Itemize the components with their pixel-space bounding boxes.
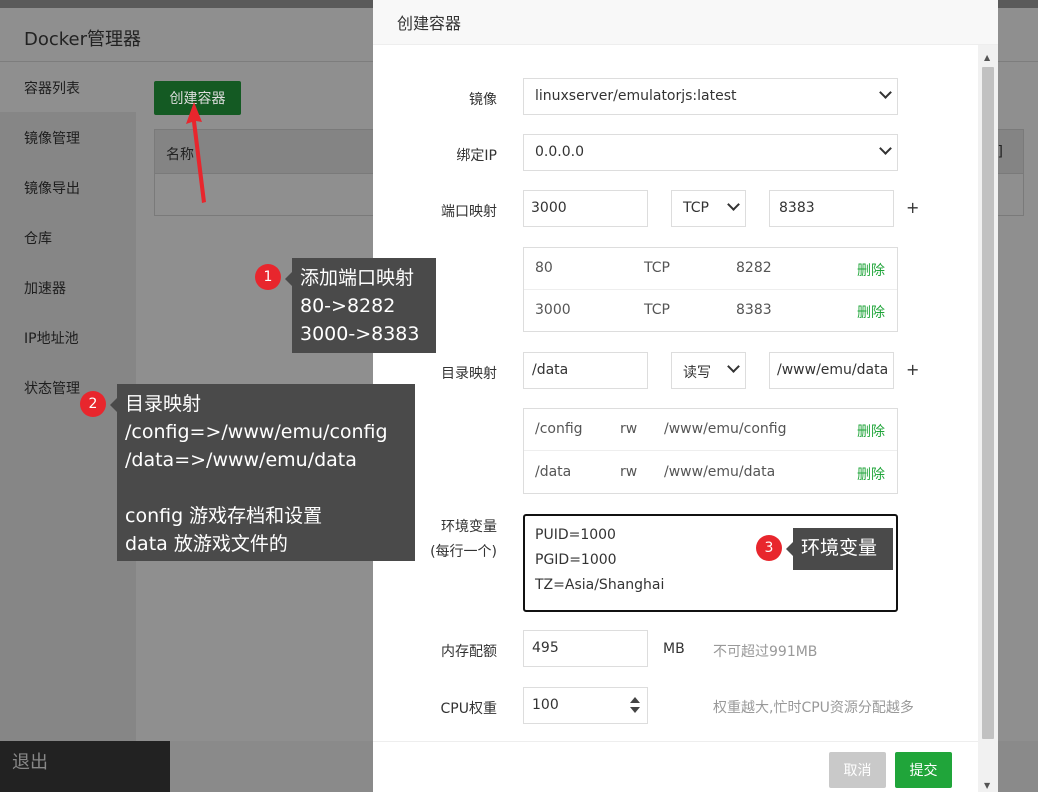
dir-map-label: 目录映射 bbox=[441, 366, 497, 382]
dir-map-list: /config rw /www/emu/config 删除 /data rw /… bbox=[523, 408, 898, 494]
dir-map-row: /config rw /www/emu/config 删除 bbox=[524, 409, 897, 451]
chevron-down-icon bbox=[879, 86, 892, 99]
port-row-host: 80 bbox=[535, 260, 553, 276]
chevron-down-icon bbox=[879, 142, 892, 155]
protocol-select[interactable]: TCP bbox=[671, 190, 746, 227]
sidebar-item-image-manage[interactable]: 镜像管理 bbox=[0, 112, 136, 162]
port-map-row: 80 TCP 8282 删除 bbox=[524, 248, 897, 290]
port-row-delete[interactable]: 删除 bbox=[857, 260, 885, 280]
sidebar-item-repository[interactable]: 仓库 bbox=[0, 212, 136, 262]
cpu-hint: 权重越大,忙时CPU资源分配越多 bbox=[713, 700, 914, 716]
dir-row-path: /data bbox=[535, 464, 572, 480]
create-container-modal: 创建容器 镜像 linuxserver/emulatorjs:latest 绑定… bbox=[373, 0, 998, 792]
submit-button[interactable]: 提交 bbox=[895, 752, 952, 788]
dir-map-row: /data rw /www/emu/data 删除 bbox=[524, 452, 897, 494]
port-row-delete[interactable]: 删除 bbox=[857, 302, 885, 322]
dir-row-mode: rw bbox=[620, 464, 638, 480]
memory-unit: MB bbox=[663, 641, 685, 657]
modal-footer: 取消 提交 bbox=[373, 741, 978, 792]
host-dir-input[interactable]: /data bbox=[523, 352, 648, 389]
add-dir-button[interactable]: + bbox=[906, 360, 919, 379]
bind-ip-select[interactable]: 0.0.0.0 bbox=[523, 134, 898, 171]
port-row-proto: TCP bbox=[644, 302, 670, 318]
cpu-weight-value: 100 bbox=[532, 697, 559, 713]
chevron-down-icon bbox=[727, 360, 740, 373]
dir-row-mode: rw bbox=[620, 421, 638, 437]
modal-scrollbar[interactable]: ▲ ▼ bbox=[978, 45, 998, 792]
scroll-down-icon[interactable]: ▼ bbox=[984, 781, 990, 790]
cpu-label: CPU权重 bbox=[440, 701, 497, 717]
annotation-tooltip-1: 添加端口映射 80->8282 3000->8383 bbox=[285, 258, 436, 353]
memory-label: 内存配额 bbox=[441, 644, 497, 660]
sidebar-item-accelerator[interactable]: 加速器 bbox=[0, 262, 136, 312]
image-label: 镜像 bbox=[469, 92, 497, 108]
cancel-button[interactable]: 取消 bbox=[829, 752, 886, 788]
annotation-tooltip-2: 目录映射 /config=>/www/emu/config /data=>/ww… bbox=[110, 384, 415, 561]
chevron-down-icon bbox=[727, 198, 740, 211]
manager-title: Docker管理器 bbox=[24, 29, 142, 50]
container-dir-input[interactable]: /www/emu/data bbox=[769, 352, 894, 389]
number-spinner-icon[interactable] bbox=[629, 697, 641, 715]
add-port-button[interactable]: + bbox=[906, 198, 919, 217]
sidebar-item-image-export[interactable]: 镜像导出 bbox=[0, 162, 136, 212]
bind-ip-label: 绑定IP bbox=[456, 148, 497, 164]
annotation-badge-2: 2 bbox=[80, 391, 106, 417]
dir-row-delete[interactable]: 删除 bbox=[857, 421, 885, 441]
annotation-badge-3: 3 bbox=[756, 535, 782, 561]
host-port-input[interactable]: 3000 bbox=[523, 190, 648, 227]
modal-title: 创建容器 bbox=[397, 14, 462, 33]
scroll-up-icon[interactable]: ▲ bbox=[984, 53, 990, 62]
env-line: TZ=Asia/Shanghai bbox=[535, 577, 665, 593]
image-select-value: linuxserver/emulatorjs:latest bbox=[535, 88, 737, 104]
port-row-proto: TCP bbox=[644, 260, 670, 276]
port-map-row: 3000 TCP 8383 删除 bbox=[524, 290, 897, 332]
port-map-label: 端口映射 bbox=[441, 204, 497, 220]
sidebar-item-ip-pool[interactable]: IP地址池 bbox=[0, 312, 136, 362]
port-row-host: 3000 bbox=[535, 302, 571, 318]
mode-value: 读写 bbox=[683, 365, 711, 381]
logout-link[interactable]: 退出 bbox=[12, 748, 48, 774]
cpu-weight-input[interactable]: 100 bbox=[523, 687, 648, 724]
image-select[interactable]: linuxserver/emulatorjs:latest bbox=[523, 78, 898, 115]
bind-ip-value: 0.0.0.0 bbox=[535, 144, 584, 160]
table-header-right: ] bbox=[997, 144, 1003, 160]
dir-row-target: /www/emu/data bbox=[664, 464, 776, 480]
protocol-value: TCP bbox=[683, 200, 709, 216]
port-map-list: 80 TCP 8282 删除 3000 TCP 8383 删除 bbox=[523, 247, 898, 332]
annotation-tooltip-3: 环境变量 bbox=[786, 528, 893, 570]
sidebar-item-container-list[interactable]: 容器列表 bbox=[0, 62, 136, 112]
dir-row-path: /config bbox=[535, 421, 583, 437]
dir-row-target: /www/emu/config bbox=[664, 421, 787, 437]
modal-header: 创建容器 bbox=[373, 0, 998, 45]
scroll-thumb[interactable] bbox=[982, 67, 994, 739]
mode-select[interactable]: 读写 bbox=[671, 352, 746, 389]
annotation-badge-1: 1 bbox=[255, 264, 281, 290]
memory-hint: 不可超过991MB bbox=[713, 644, 818, 660]
container-port-input[interactable]: 8383 bbox=[769, 190, 894, 227]
dir-row-delete[interactable]: 删除 bbox=[857, 464, 885, 484]
memory-input[interactable]: 495 bbox=[523, 630, 648, 667]
port-row-container: 8383 bbox=[736, 302, 772, 318]
port-row-container: 8282 bbox=[736, 260, 772, 276]
red-arrow-annotation bbox=[186, 102, 206, 203]
